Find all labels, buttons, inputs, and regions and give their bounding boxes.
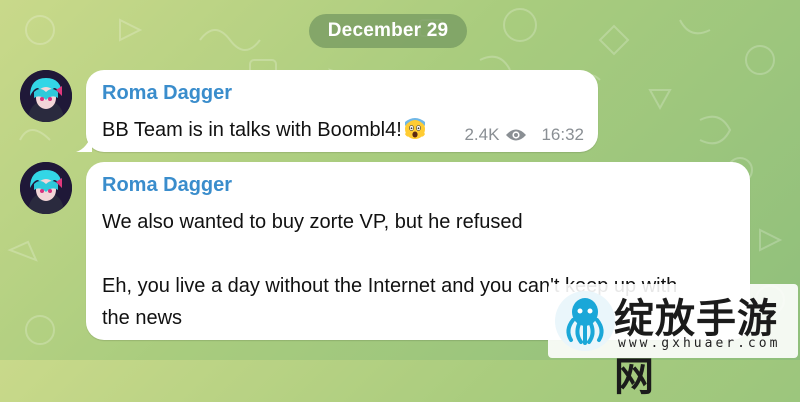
avatar[interactable] — [20, 162, 72, 214]
message-text: BB Team is in talks with Boombl4! — [102, 116, 427, 144]
message-text-content: BB Team is in talks with Boombl4! — [102, 119, 402, 141]
message-text-line: We also wanted to buy zorte VP, but he r… — [102, 211, 523, 233]
bubble-tail — [76, 132, 92, 152]
sender-name[interactable]: Roma Dagger — [102, 174, 232, 197]
avatar-image — [20, 70, 72, 122]
watermark: 绽放手游网 www.gxhuaer.com — [548, 284, 798, 400]
message-time: 16:32 — [541, 125, 584, 144]
message-text-line: the news — [102, 307, 183, 329]
message-bubble[interactable]: Roma Dagger BB Team is in talks with Boo… — [76, 70, 598, 152]
watermark-url: www.gxhuaer.com — [618, 336, 781, 351]
message-meta: 2.4K 16:32 — [464, 125, 584, 145]
sender-name[interactable]: Roma Dagger — [102, 82, 232, 105]
avatar[interactable] — [20, 70, 72, 122]
avatar-image — [20, 162, 72, 214]
eye-icon — [506, 129, 527, 141]
view-count: 2.4K — [464, 125, 500, 144]
date-separator: December 29 — [309, 14, 467, 48]
screaming-face-emoji-icon — [404, 118, 425, 139]
octopus-logo-icon — [555, 291, 615, 351]
